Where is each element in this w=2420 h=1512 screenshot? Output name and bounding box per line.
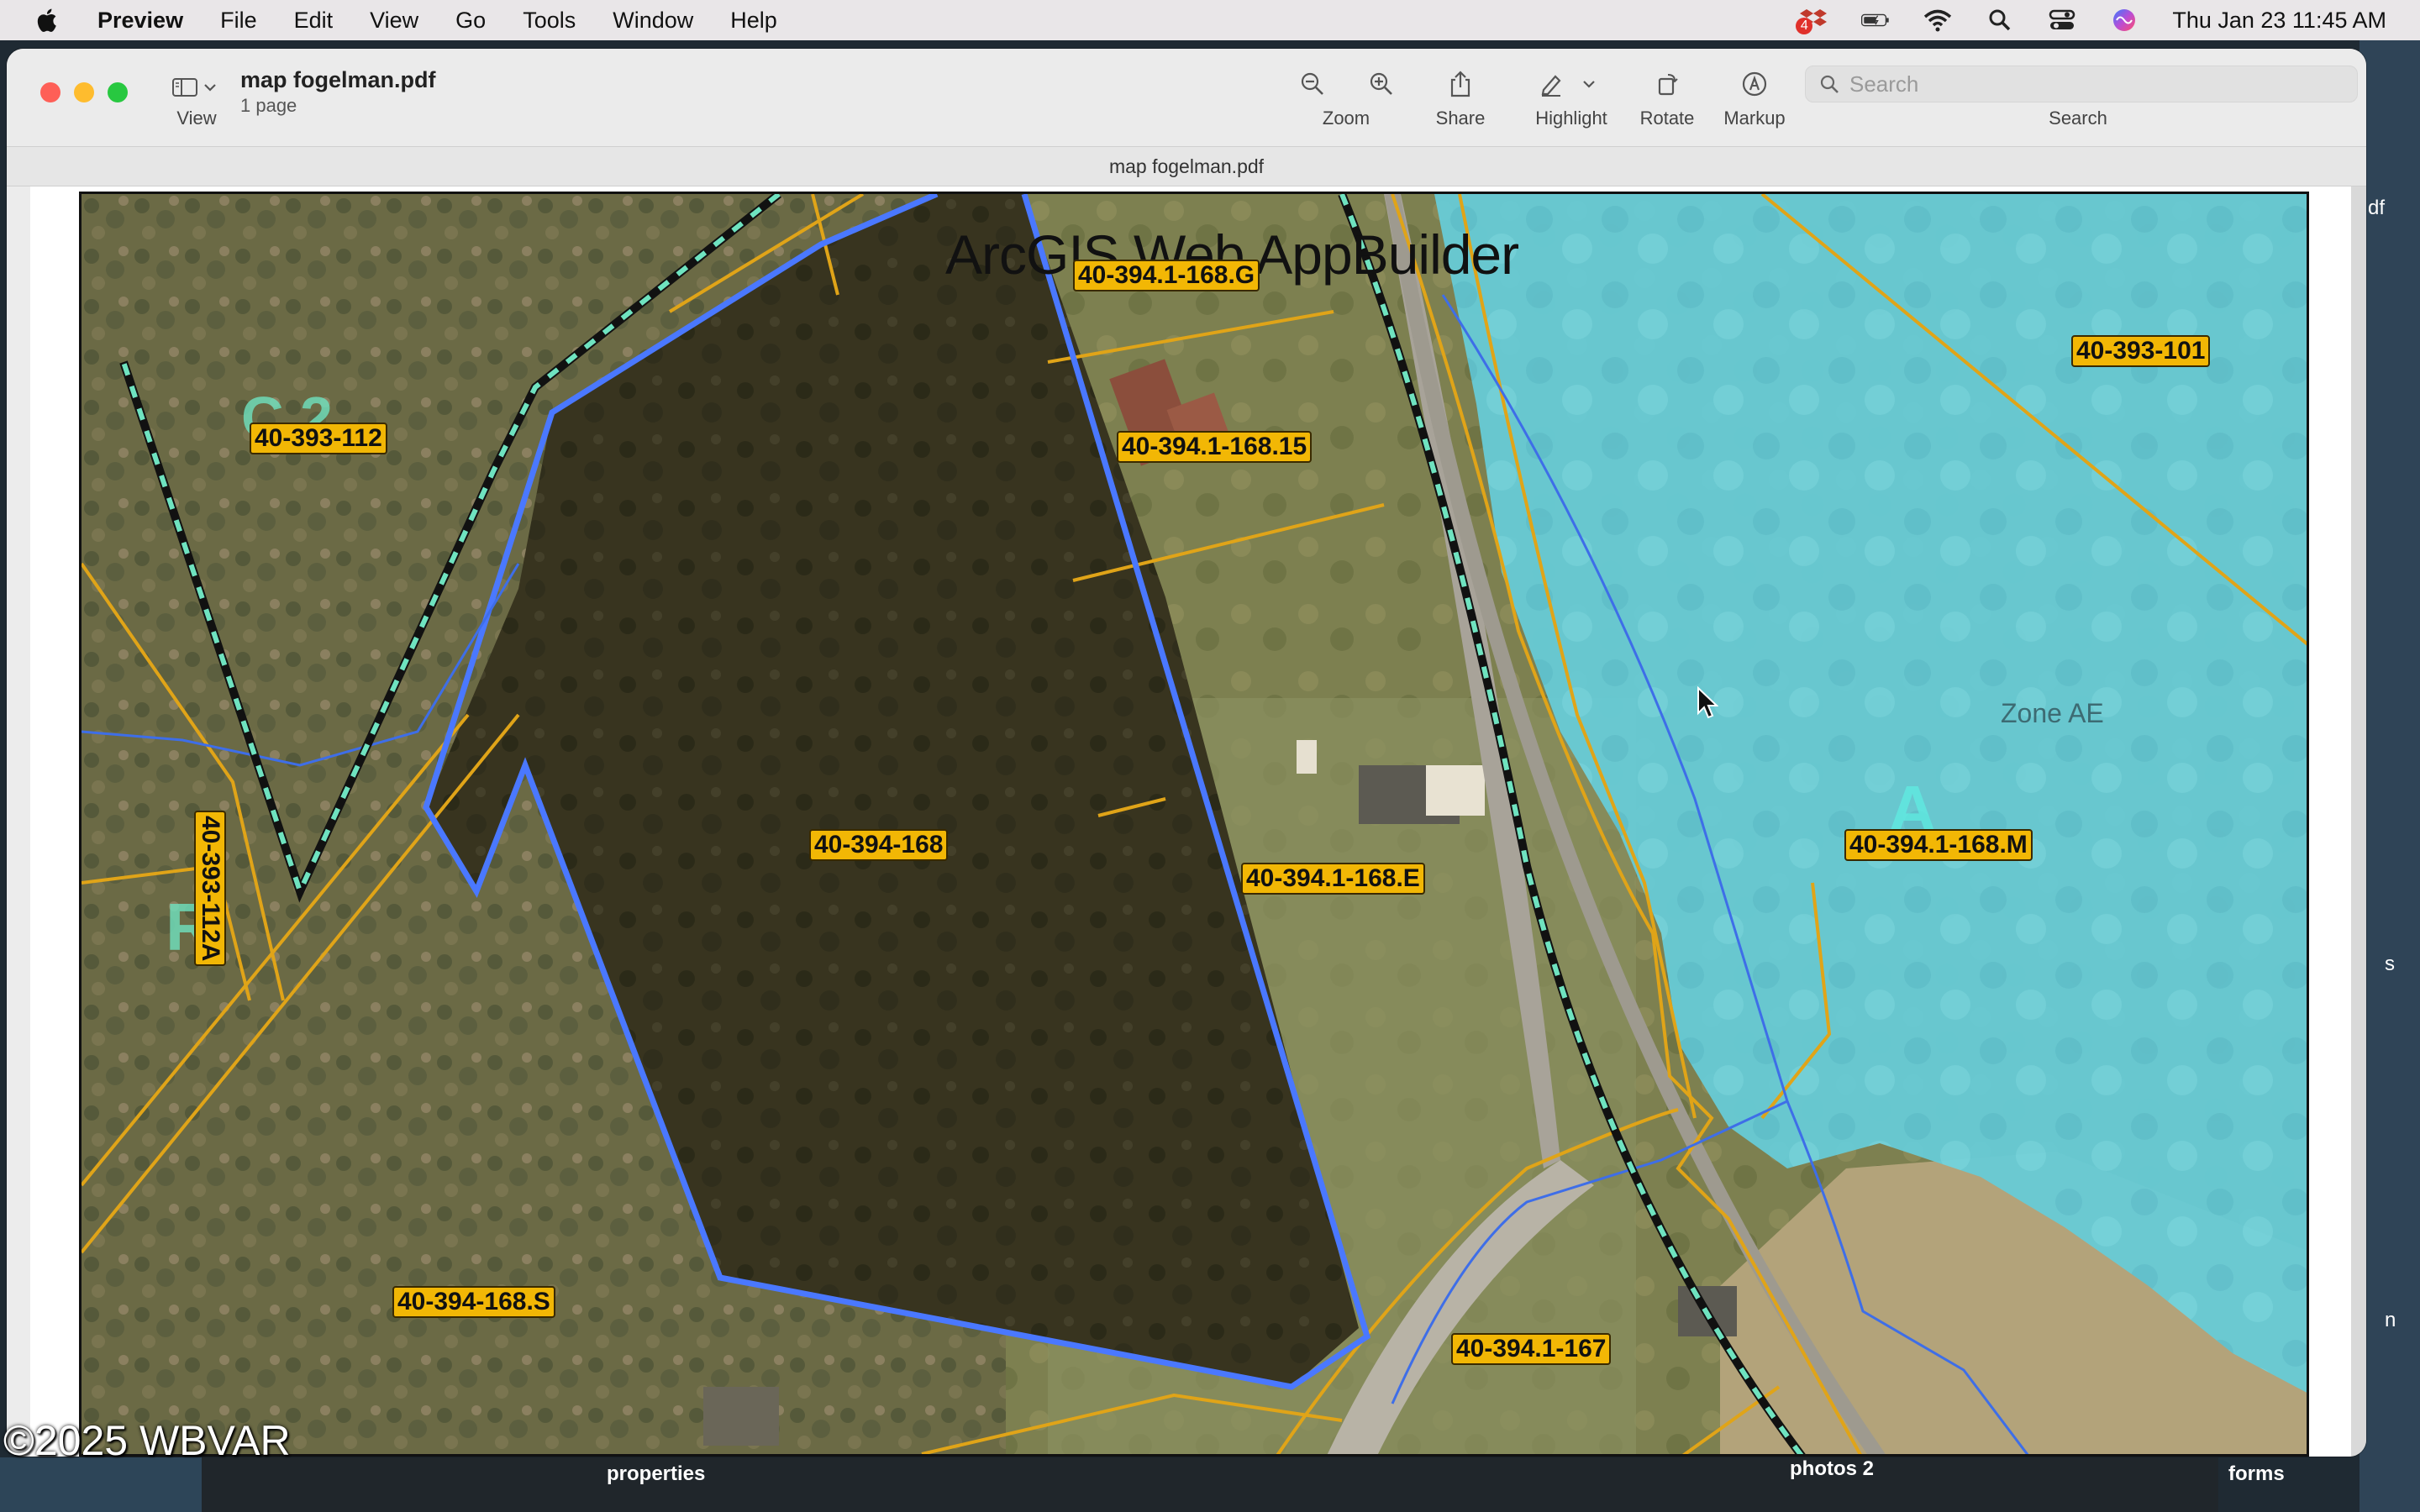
sidebar-view-button[interactable] xyxy=(171,71,222,104)
preview-window: View map fogelman.pdf 1 page Zoom Share … xyxy=(7,49,2366,1457)
background-webpage-strip: properties photos 2 forms xyxy=(202,1457,2285,1512)
highlight-options-button[interactable] xyxy=(1576,67,1602,101)
search-icon xyxy=(1820,75,1839,93)
zoom-window-button[interactable] xyxy=(108,82,128,102)
background-window-edge: df s n xyxy=(2360,40,2420,1512)
share-button[interactable] xyxy=(1435,67,1486,101)
aerial-map-image: C 2 R A xyxy=(82,194,2307,1454)
mouse-cursor-icon xyxy=(1697,686,1718,719)
menubar-clock[interactable]: Thu Jan 23 11:45 AM xyxy=(2172,8,2386,34)
background-desktop xyxy=(0,1457,202,1512)
wifi-icon[interactable] xyxy=(1923,6,1952,34)
parcel-label: 40-394-168.S xyxy=(392,1286,555,1318)
parcel-label: 40-394.1-168.M xyxy=(1844,829,2033,861)
parcel-label: 40-393-112A xyxy=(194,811,226,967)
close-window-button[interactable] xyxy=(40,82,60,102)
apple-icon[interactable] xyxy=(34,6,62,34)
menu-bar: Preview File Edit View Go Tools Window H… xyxy=(0,0,2420,40)
menu-tools[interactable]: Tools xyxy=(523,8,576,34)
markup-button[interactable] xyxy=(1729,67,1780,101)
zoom-out-icon xyxy=(1301,72,1323,95)
search-label: Search xyxy=(2049,108,2107,129)
rotate-label: Rotate xyxy=(1639,108,1695,129)
highlight-label: Highlight xyxy=(1535,108,1607,129)
parcel-label: 40-394.1-168.15 xyxy=(1117,431,1313,463)
document-tab-bar: map fogelman.pdf xyxy=(7,146,2366,186)
battery-icon[interactable] xyxy=(1861,6,1890,34)
siri-icon[interactable] xyxy=(2110,6,2139,34)
chevron-down-icon xyxy=(1583,81,1595,88)
pdf-map-page[interactable]: C 2 R A ArcGIS Web AppBuilder 40-394.1-1… xyxy=(79,192,2309,1457)
control-center-icon[interactable] xyxy=(2048,6,2076,34)
menu-edit[interactable]: Edit xyxy=(294,8,334,34)
highlighter-icon xyxy=(1541,75,1561,97)
document-canvas[interactable]: C 2 R A ArcGIS Web AppBuilder 40-394.1-1… xyxy=(30,186,2351,1457)
document-page-count: 1 page xyxy=(240,95,297,116)
window-right-edge xyxy=(2351,186,2366,1457)
zoom-out-button[interactable] xyxy=(1287,67,1338,101)
share-icon xyxy=(1450,71,1470,97)
parcel-label: 40-393-112 xyxy=(250,423,387,454)
highlight-button[interactable] xyxy=(1526,67,1576,101)
flood-zone-label: Zone AE xyxy=(2001,698,2104,728)
spotlight-search-icon[interactable] xyxy=(1986,6,2014,34)
menu-view[interactable]: View xyxy=(370,8,418,34)
sidebar-icon xyxy=(172,78,197,97)
rotate-icon xyxy=(1658,74,1678,96)
menu-go[interactable]: Go xyxy=(455,8,486,34)
share-label: Share xyxy=(1435,108,1486,129)
background-text: n xyxy=(2385,1309,2396,1331)
search-input[interactable] xyxy=(1848,70,2322,98)
parcel-label: 40-393-101 xyxy=(2071,335,2211,367)
dropbox-icon[interactable]: 4 xyxy=(1796,6,1828,34)
zoom-in-button[interactable] xyxy=(1356,67,1407,101)
window-toolbar: View map fogelman.pdf 1 page Zoom Share … xyxy=(7,49,2366,146)
menu-help[interactable]: Help xyxy=(730,8,777,34)
parcel-label: 40-394.1-168.E xyxy=(1241,863,1425,895)
menu-window[interactable]: Window xyxy=(613,8,693,34)
menu-file[interactable]: File xyxy=(220,8,257,34)
markup-icon xyxy=(1742,71,1767,97)
parcel-label: 40-394.1-168.G xyxy=(1073,260,1260,291)
markup-label: Markup xyxy=(1723,108,1786,129)
background-text: s xyxy=(2385,953,2395,975)
background-text: df xyxy=(2368,197,2386,219)
copyright-watermark: ©2025 WBVAR xyxy=(3,1417,291,1464)
zoom-label: Zoom xyxy=(1322,108,1370,129)
document-title[interactable]: map fogelman.pdf xyxy=(240,67,436,93)
parcel-label: 40-394-168 xyxy=(809,829,949,861)
rotate-button[interactable] xyxy=(1642,67,1692,101)
zoom-in-icon xyxy=(1370,72,1392,95)
parcel-label: 40-394.1-167 xyxy=(1451,1333,1612,1365)
chevron-down-icon xyxy=(204,84,216,92)
background-link-photos: photos 2 xyxy=(1790,1457,1874,1480)
menu-app-preview[interactable]: Preview xyxy=(97,8,183,34)
background-link-properties: properties xyxy=(607,1462,706,1485)
search-field[interactable] xyxy=(1805,66,2358,102)
background-link-forms: forms xyxy=(2228,1462,2285,1485)
minimize-window-button[interactable] xyxy=(74,82,94,102)
view-label: View xyxy=(176,108,217,129)
document-tab-title[interactable]: map fogelman.pdf xyxy=(7,155,2366,178)
